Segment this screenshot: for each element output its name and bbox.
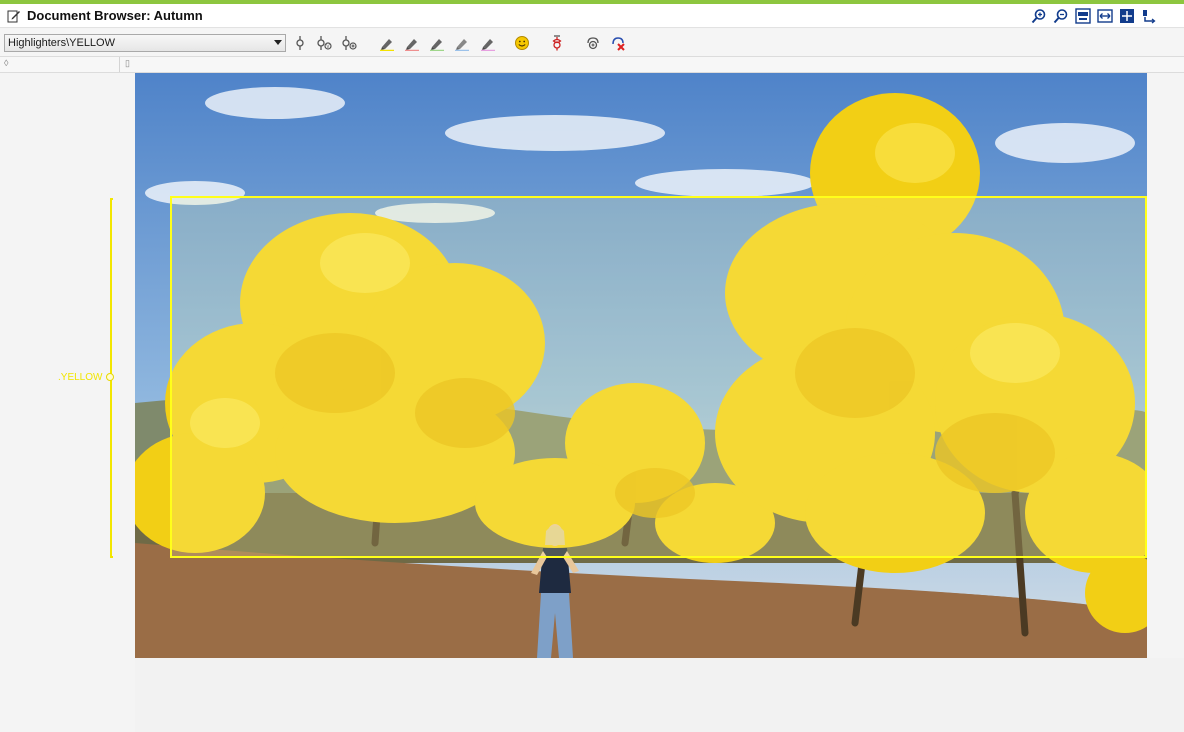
highlighter-select-value: Highlighters\YELLOW xyxy=(8,36,115,49)
sync-icon[interactable] xyxy=(1140,7,1158,25)
fit-page-icon[interactable] xyxy=(1118,7,1136,25)
document-right-margin xyxy=(1147,73,1184,658)
fit-width-icon[interactable] xyxy=(1096,7,1114,25)
document-view xyxy=(135,73,1184,732)
remove-code-icon[interactable] xyxy=(608,33,628,53)
coding-stripes-pane xyxy=(0,73,135,732)
code-marker-icon: ◊ xyxy=(4,58,9,68)
margin-ruler: ◊ xyxy=(0,57,120,72)
coding-stripe-label[interactable]: .YELLOW xyxy=(58,372,102,383)
code-in-vivo-icon[interactable]: V xyxy=(315,33,335,53)
document-edit-icon xyxy=(5,7,23,25)
symbol-icon[interactable] xyxy=(547,33,567,53)
zoom-100-icon[interactable] xyxy=(1074,7,1092,25)
view-tools xyxy=(1030,7,1158,25)
code-icon[interactable] xyxy=(290,33,310,53)
highlighter-magenta-icon[interactable] xyxy=(478,33,498,53)
page-icon: ▯ xyxy=(125,58,130,68)
zoom-in-icon[interactable] xyxy=(1030,7,1048,25)
highlighter-blue-icon[interactable] xyxy=(452,33,472,53)
coding-toolbar: Highlighters\YELLOW V xyxy=(0,29,1184,57)
window-title: Document Browser: Autumn xyxy=(27,8,203,23)
highlighter-red-icon[interactable] xyxy=(402,33,422,53)
code-with-new-icon[interactable] xyxy=(340,33,360,53)
svg-text:V: V xyxy=(326,44,330,50)
zoom-out-icon[interactable] xyxy=(1052,7,1070,25)
highlighter-select[interactable]: Highlighters\YELLOW xyxy=(4,33,286,52)
chevron-down-icon xyxy=(274,39,282,45)
ruler-bar: ◊ ▯ xyxy=(0,57,1184,73)
highlighter-green-icon[interactable] xyxy=(427,33,447,53)
highlighter-yellow-icon[interactable] xyxy=(377,33,397,53)
yellow-highlight-region[interactable] xyxy=(170,196,1147,558)
coding-stripe-handle[interactable] xyxy=(106,373,114,381)
emoticon-icon[interactable] xyxy=(512,33,532,53)
title-bar: Document Browser: Autumn xyxy=(0,4,1184,28)
memo-icon[interactable] xyxy=(583,33,603,53)
